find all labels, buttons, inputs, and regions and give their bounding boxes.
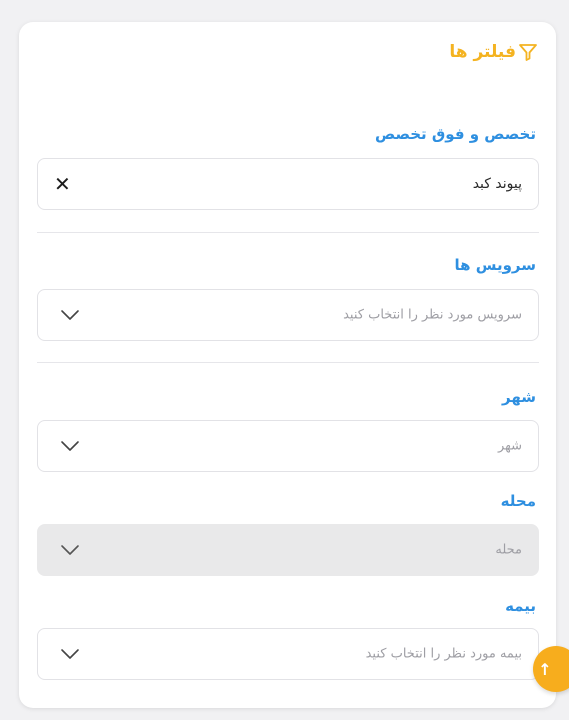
close-icon[interactable]: ✕ xyxy=(54,174,71,194)
chevron-down-icon[interactable] xyxy=(60,544,80,556)
neighborhood-placeholder: محله xyxy=(495,542,522,558)
divider xyxy=(37,232,539,233)
insurance-placeholder: بیمه مورد نظر را انتخاب کنید xyxy=(365,646,522,662)
insurance-label: بیمه xyxy=(505,597,536,615)
arrow-up-icon: ↑ xyxy=(538,659,552,679)
neighborhood-select[interactable]: محله xyxy=(37,524,539,576)
divider xyxy=(37,362,539,363)
filter-icon xyxy=(518,42,538,62)
panel-header: فیلتر ها xyxy=(449,42,538,62)
city-label: شهر xyxy=(502,388,536,406)
neighborhood-label: محله xyxy=(500,492,536,510)
city-select[interactable]: شهر xyxy=(37,420,539,472)
chevron-down-icon[interactable] xyxy=(60,648,80,660)
services-label: سرویس ها xyxy=(454,256,537,274)
specialty-label: تخصص و فوق تخصص xyxy=(374,125,536,143)
services-select[interactable]: سرویس مورد نظر را انتخاب کنید xyxy=(37,289,539,341)
city-placeholder: شهر xyxy=(497,438,522,454)
services-placeholder: سرویس مورد نظر را انتخاب کنید xyxy=(343,307,522,323)
chevron-down-icon[interactable] xyxy=(60,309,80,321)
panel-title: فیلتر ها xyxy=(449,42,516,62)
chevron-down-icon[interactable] xyxy=(60,440,80,452)
insurance-select[interactable]: بیمه مورد نظر را انتخاب کنید xyxy=(37,628,539,680)
specialty-value: پیوند کبد xyxy=(472,176,522,192)
filters-panel: فیلتر ها تخصص و فوق تخصص پیوند کبد ✕ سرو… xyxy=(19,22,556,708)
specialty-field[interactable]: پیوند کبد ✕ xyxy=(37,158,539,210)
